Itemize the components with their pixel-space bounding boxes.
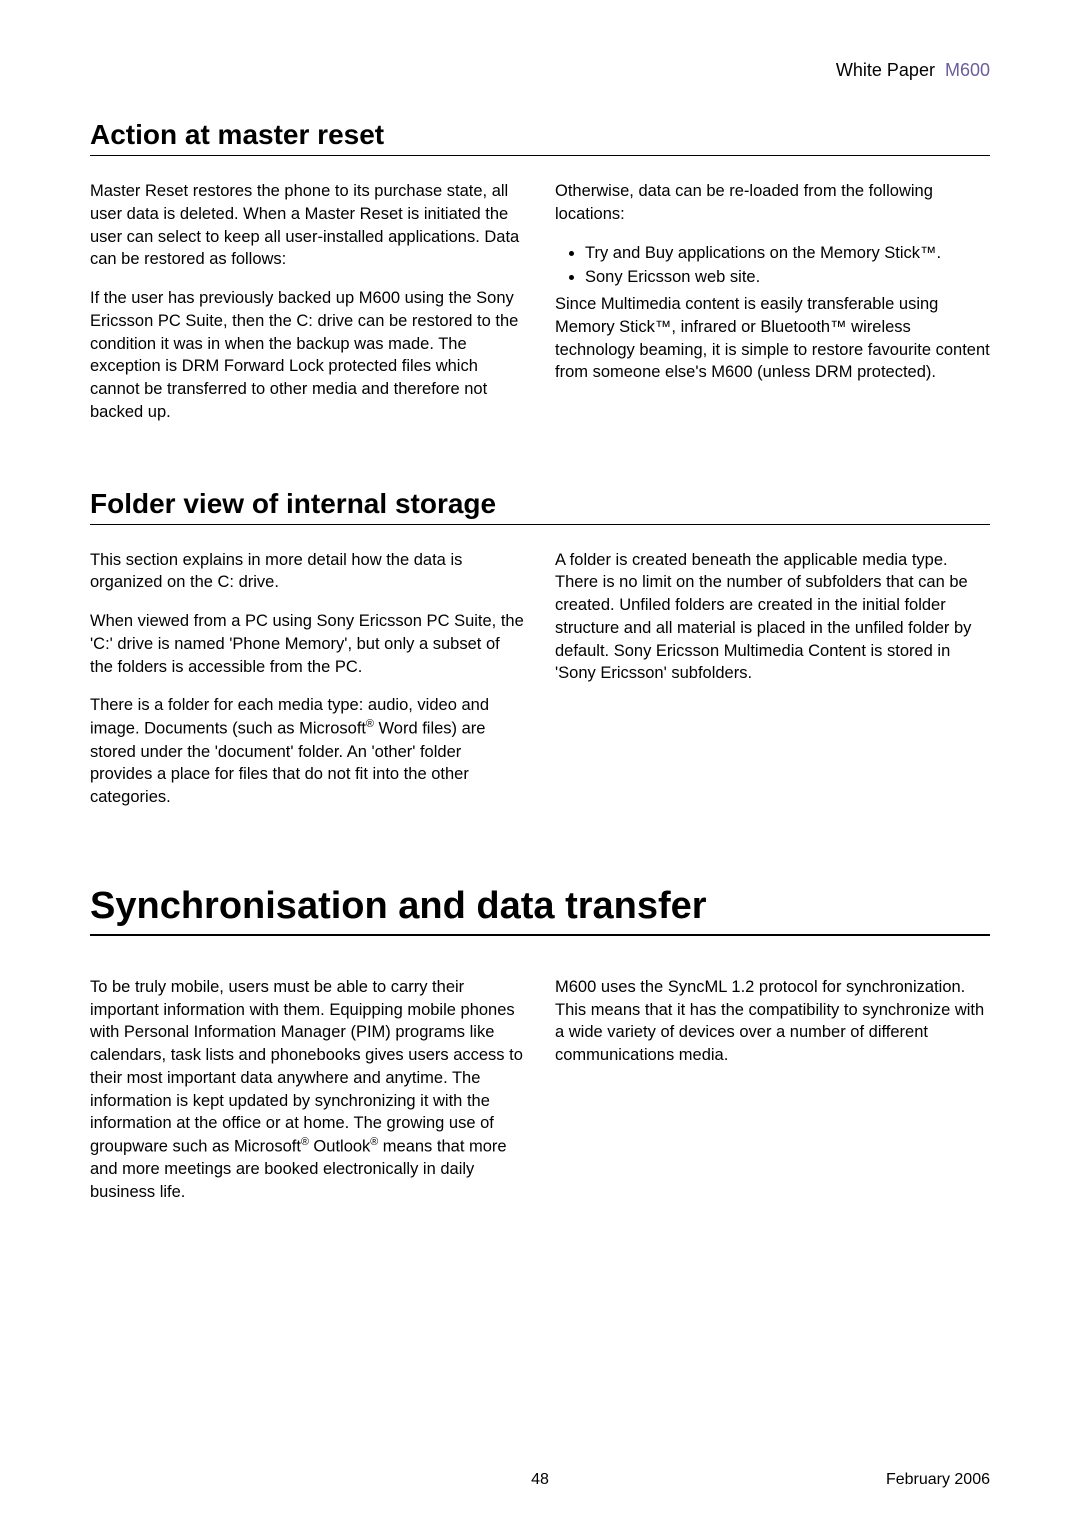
- two-column-layout: To be truly mobile, users must be able t…: [90, 976, 990, 1220]
- page-number: 48: [90, 1471, 990, 1489]
- chapter-synchronisation: Synchronisation and data transfer To be …: [90, 885, 990, 1220]
- header-label: White Paper: [836, 60, 935, 80]
- list-item: Sony Ericsson web site.: [585, 266, 990, 289]
- two-column-layout: This section explains in more detail how…: [90, 549, 990, 825]
- two-column-layout: Master Reset restores the phone to its p…: [90, 180, 990, 440]
- body-text: This section explains in more detail how…: [90, 549, 525, 595]
- body-text: A folder is created beneath the applicab…: [555, 549, 990, 686]
- left-column: Master Reset restores the phone to its p…: [90, 180, 525, 440]
- registered-symbol: ®: [301, 1136, 309, 1148]
- section-title: Action at master reset: [90, 119, 990, 156]
- body-text: M600 uses the SyncML 1.2 protocol for sy…: [555, 976, 990, 1067]
- body-text: When viewed from a PC using Sony Ericsso…: [90, 610, 525, 678]
- left-column: This section explains in more detail how…: [90, 549, 525, 825]
- body-text: If the user has previously backed up M60…: [90, 287, 525, 424]
- body-text: Since Multimedia content is easily trans…: [555, 293, 990, 384]
- chapter-title: Synchronisation and data transfer: [90, 885, 990, 936]
- section-title: Folder view of internal storage: [90, 488, 990, 525]
- header-model: M600: [945, 60, 990, 80]
- body-text: Master Reset restores the phone to its p…: [90, 180, 525, 271]
- bullet-list: Try and Buy applications on the Memory S…: [555, 242, 990, 290]
- registered-symbol: ®: [366, 718, 374, 730]
- section-action-master-reset: Action at master reset Master Reset rest…: [90, 119, 990, 440]
- body-text: Otherwise, data can be re-loaded from th…: [555, 180, 990, 226]
- page: White Paper M600 Action at master reset …: [0, 0, 1080, 1527]
- body-text: To be truly mobile, users must be able t…: [90, 976, 525, 1204]
- section-folder-view: Folder view of internal storage This sec…: [90, 488, 990, 825]
- left-column: To be truly mobile, users must be able t…: [90, 976, 525, 1220]
- list-item: Try and Buy applications on the Memory S…: [585, 242, 990, 265]
- right-column: Otherwise, data can be re-loaded from th…: [555, 180, 990, 440]
- right-column: A folder is created beneath the applicab…: [555, 549, 990, 825]
- right-column: M600 uses the SyncML 1.2 protocol for sy…: [555, 976, 990, 1220]
- footer-date: February 2006: [886, 1471, 990, 1489]
- body-text: There is a folder for each media type: a…: [90, 694, 525, 808]
- running-header: White Paper M600: [90, 60, 990, 81]
- page-footer: 48 February 2006: [90, 1471, 990, 1489]
